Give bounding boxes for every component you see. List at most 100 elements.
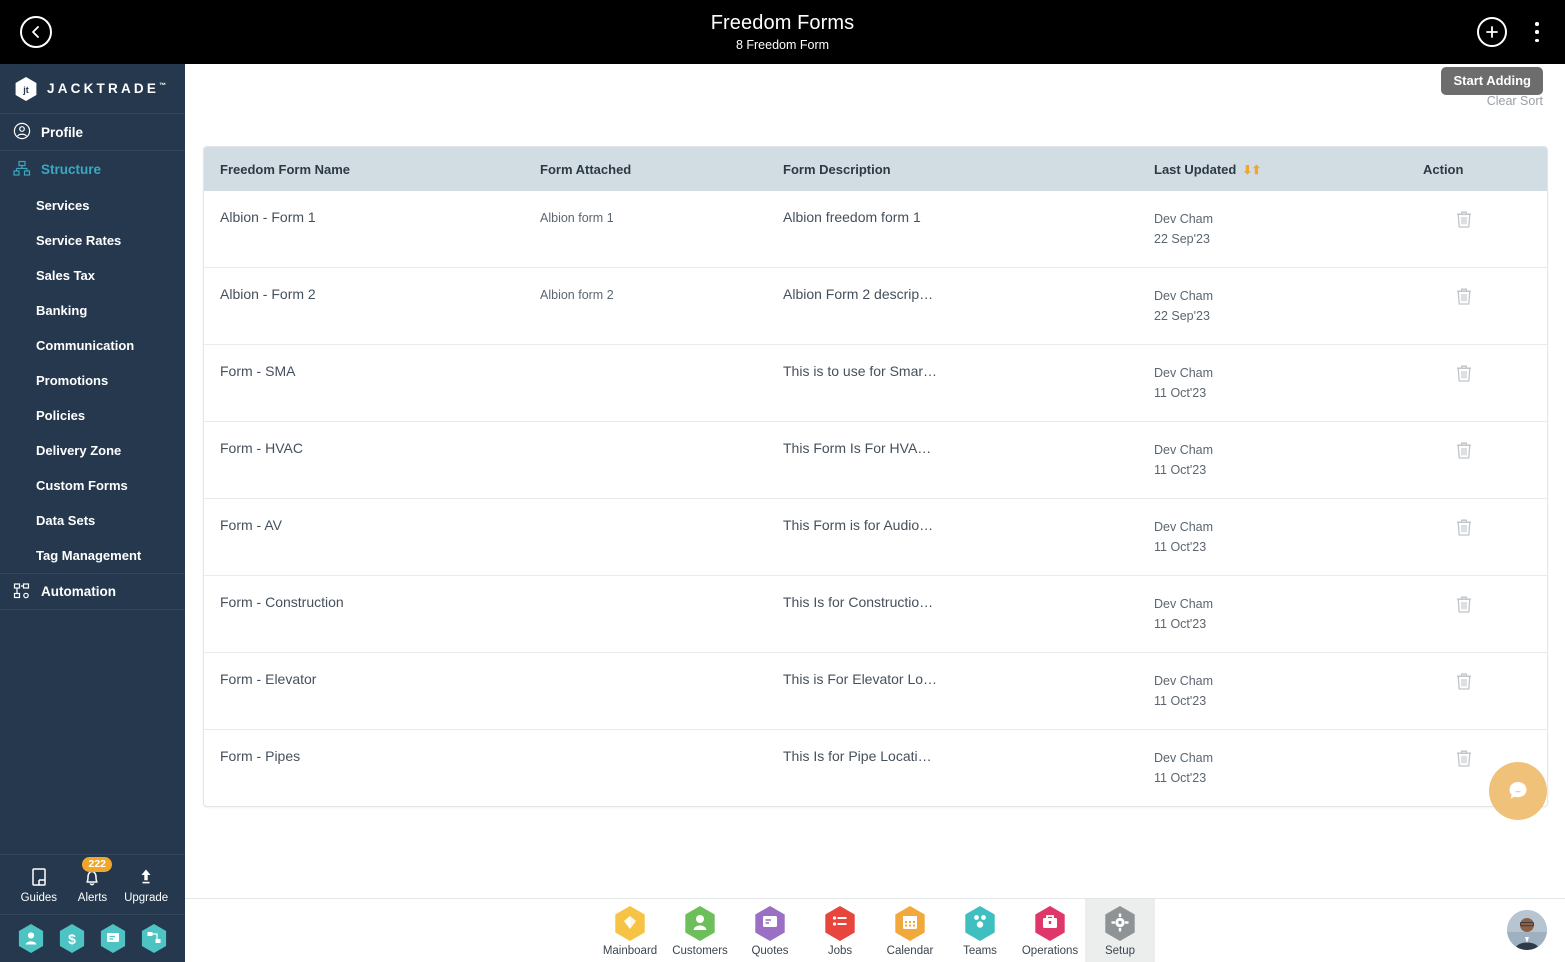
kebab-dot bbox=[1535, 30, 1539, 34]
cell-form-name[interactable]: Albion - Form 1 bbox=[204, 191, 524, 268]
delete-row-button[interactable] bbox=[1455, 748, 1473, 773]
bottom-nav-item-jobs[interactable]: Jobs bbox=[805, 899, 875, 962]
delete-row-button[interactable] bbox=[1455, 517, 1473, 542]
bottom-nav-item-operations[interactable]: Operations bbox=[1015, 899, 1085, 962]
table-row[interactable]: Albion - Form 1 Albion form 1 Albion freed… bbox=[204, 191, 1547, 268]
sidebar-item-policies[interactable]: Policies bbox=[0, 398, 185, 433]
column-header-last-updated[interactable]: Last Updated ⬇⬆ bbox=[1138, 147, 1407, 191]
person-hex-icon[interactable] bbox=[17, 923, 45, 954]
overflow-menu-button[interactable] bbox=[1527, 20, 1547, 44]
customers-icon bbox=[683, 905, 717, 943]
chat-widget-button[interactable] bbox=[1489, 762, 1547, 820]
table-row[interactable]: Form - SMA This is to use for Smar… Dev Ch… bbox=[204, 344, 1547, 422]
sidebar-item-tag-management[interactable]: Tag Management bbox=[0, 538, 185, 573]
bottom-nav-item-customers[interactable]: Customers bbox=[665, 899, 735, 962]
column-header-description[interactable]: Form Description bbox=[767, 147, 1138, 191]
sidebar-item-profile[interactable]: Profile bbox=[0, 114, 185, 151]
delete-row-button[interactable] bbox=[1455, 671, 1473, 696]
cell-action bbox=[1407, 344, 1547, 422]
bottom-nav-item-setup[interactable]: Setup bbox=[1085, 898, 1155, 962]
column-header-label: Form Description bbox=[783, 161, 891, 177]
sidebar-item-automation[interactable]: Automation bbox=[0, 573, 185, 610]
brand-text: JACKTRADE bbox=[47, 81, 160, 96]
bottom-nav-item-quotes[interactable]: Quotes bbox=[735, 899, 805, 962]
column-header-attached[interactable]: Form Attached bbox=[524, 147, 767, 191]
table-row[interactable]: Form - Pipes This Is for Pipe Locati… Dev … bbox=[204, 729, 1547, 806]
table-row[interactable]: Form - AV This Form is for Audio… Dev Cham… bbox=[204, 498, 1547, 576]
column-header-label: Action bbox=[1423, 161, 1464, 177]
sidebar-item-label: Promotions bbox=[36, 373, 109, 388]
alerts-button[interactable]: 222 Alerts bbox=[66, 856, 118, 904]
sidebar-tools: Guides 222 Alerts Upgrade bbox=[0, 854, 185, 914]
brand-logo[interactable]: jt JACKTRADE™ bbox=[0, 64, 185, 114]
cell-action bbox=[1407, 267, 1547, 345]
table-row[interactable]: Albion - Form 2 Albion form 2 Albion Form … bbox=[204, 267, 1547, 345]
freedom-forms-table-card: Freedom Form Name Form Attached Form Des… bbox=[203, 146, 1548, 807]
column-header-label: Form Attached bbox=[540, 161, 632, 177]
sort-updown-icon[interactable]: ⬇⬆ bbox=[1242, 163, 1261, 177]
table-row[interactable]: Form - Elevator This is For Elevator Lo… D… bbox=[204, 652, 1547, 730]
chat-bubble-icon bbox=[1509, 782, 1527, 799]
sidebar-item-custom-forms[interactable]: Custom Forms bbox=[0, 468, 185, 503]
updated-by: Dev Cham bbox=[1154, 212, 1214, 226]
cell-form-name[interactable]: Form - AV bbox=[204, 498, 524, 576]
delete-row-button[interactable] bbox=[1455, 209, 1473, 234]
cell-form-attached: Albion form 1 bbox=[540, 211, 614, 225]
cell-form-name[interactable]: Form - Pipes bbox=[204, 729, 524, 806]
cell-form-name[interactable]: Form - SMA bbox=[204, 344, 524, 422]
cell-form-name[interactable]: Albion - Form 2 bbox=[204, 267, 524, 345]
sidebar-item-data-sets[interactable]: Data Sets bbox=[0, 503, 185, 538]
sidebar-item-communication[interactable]: Communication bbox=[0, 328, 185, 363]
table-row[interactable]: Form - HVAC This Form Is For HVA… Dev Cham… bbox=[204, 421, 1547, 499]
bottom-nav-item-teams[interactable]: Teams bbox=[945, 899, 1015, 962]
delete-row-button[interactable] bbox=[1455, 440, 1473, 465]
sidebar-item-services[interactable]: Services bbox=[0, 188, 185, 223]
cell-form-attached bbox=[524, 575, 767, 653]
kebab-dot bbox=[1535, 22, 1539, 26]
cell-last-updated: Dev Cham 22 Sep'23 bbox=[1138, 191, 1407, 268]
bottom-nav-item-calendar[interactable]: Calendar bbox=[875, 899, 945, 962]
cell-last-updated: Dev Cham 11 Oct'23 bbox=[1138, 729, 1407, 806]
sidebar-item-delivery-zone[interactable]: Delivery Zone bbox=[0, 433, 185, 468]
trash-icon bbox=[1457, 442, 1471, 459]
table-body: Albion - Form 1 Albion form 1 Albion freed… bbox=[204, 191, 1547, 806]
cell-action bbox=[1407, 191, 1547, 268]
calendar-icon bbox=[893, 905, 927, 943]
table-toolbar: Clear Sort Start Adding bbox=[185, 64, 1565, 118]
kebab-dot bbox=[1535, 38, 1539, 42]
updated-by: Dev Cham bbox=[1154, 751, 1214, 765]
quotes-hex-icon[interactable] bbox=[99, 923, 127, 954]
cell-form-name[interactable]: Form - HVAC bbox=[204, 421, 524, 499]
column-header-name[interactable]: Freedom Form Name bbox=[204, 147, 524, 191]
sidebar-item-label: Automation bbox=[41, 584, 116, 599]
structure-icon bbox=[13, 160, 33, 180]
sidebar-item-structure[interactable]: Structure bbox=[0, 151, 185, 188]
delete-row-button[interactable] bbox=[1455, 286, 1473, 311]
updated-on: 11 Oct'23 bbox=[1154, 463, 1207, 477]
updated-by: Dev Cham bbox=[1154, 366, 1214, 380]
sidebar-item-service-rates[interactable]: Service Rates bbox=[0, 223, 185, 258]
sidebar-item-banking[interactable]: Banking bbox=[0, 293, 185, 328]
sidebar-item-promotions[interactable]: Promotions bbox=[0, 363, 185, 398]
delete-row-button[interactable] bbox=[1455, 363, 1473, 388]
sidebar: jt JACKTRADE™ Profile Structure Services… bbox=[0, 64, 185, 962]
setup-icon bbox=[1103, 905, 1137, 943]
add-button[interactable] bbox=[1477, 17, 1507, 47]
cell-form-description: Albion Form 2 descrip… bbox=[767, 267, 1138, 345]
start-adding-tooltip: Start Adding bbox=[1441, 67, 1543, 95]
user-avatar[interactable] bbox=[1507, 910, 1547, 950]
delete-row-button[interactable] bbox=[1455, 594, 1473, 619]
sidebar-item-sales-tax[interactable]: Sales Tax bbox=[0, 258, 185, 293]
upgrade-button[interactable]: Upgrade bbox=[120, 866, 172, 904]
workflow-hex-icon[interactable] bbox=[140, 923, 168, 954]
cell-form-attached bbox=[524, 421, 767, 499]
cell-form-name[interactable]: Form - Elevator bbox=[204, 652, 524, 730]
bottom-navigation: Mainboard Customers Quotes Jobs Calendar Team… bbox=[185, 898, 1565, 962]
cell-form-description: This Is for Constructio… bbox=[767, 575, 1138, 653]
guides-button[interactable]: Guides bbox=[13, 866, 65, 904]
table-row[interactable]: Form - Construction This Is for Construct… bbox=[204, 575, 1547, 653]
clear-sort-button[interactable]: Clear Sort bbox=[1487, 94, 1543, 108]
cell-form-name[interactable]: Form - Construction bbox=[204, 575, 524, 653]
bottom-nav-item-mainboard[interactable]: Mainboard bbox=[595, 899, 665, 962]
dollar-hex-icon[interactable]: $ bbox=[58, 923, 86, 954]
